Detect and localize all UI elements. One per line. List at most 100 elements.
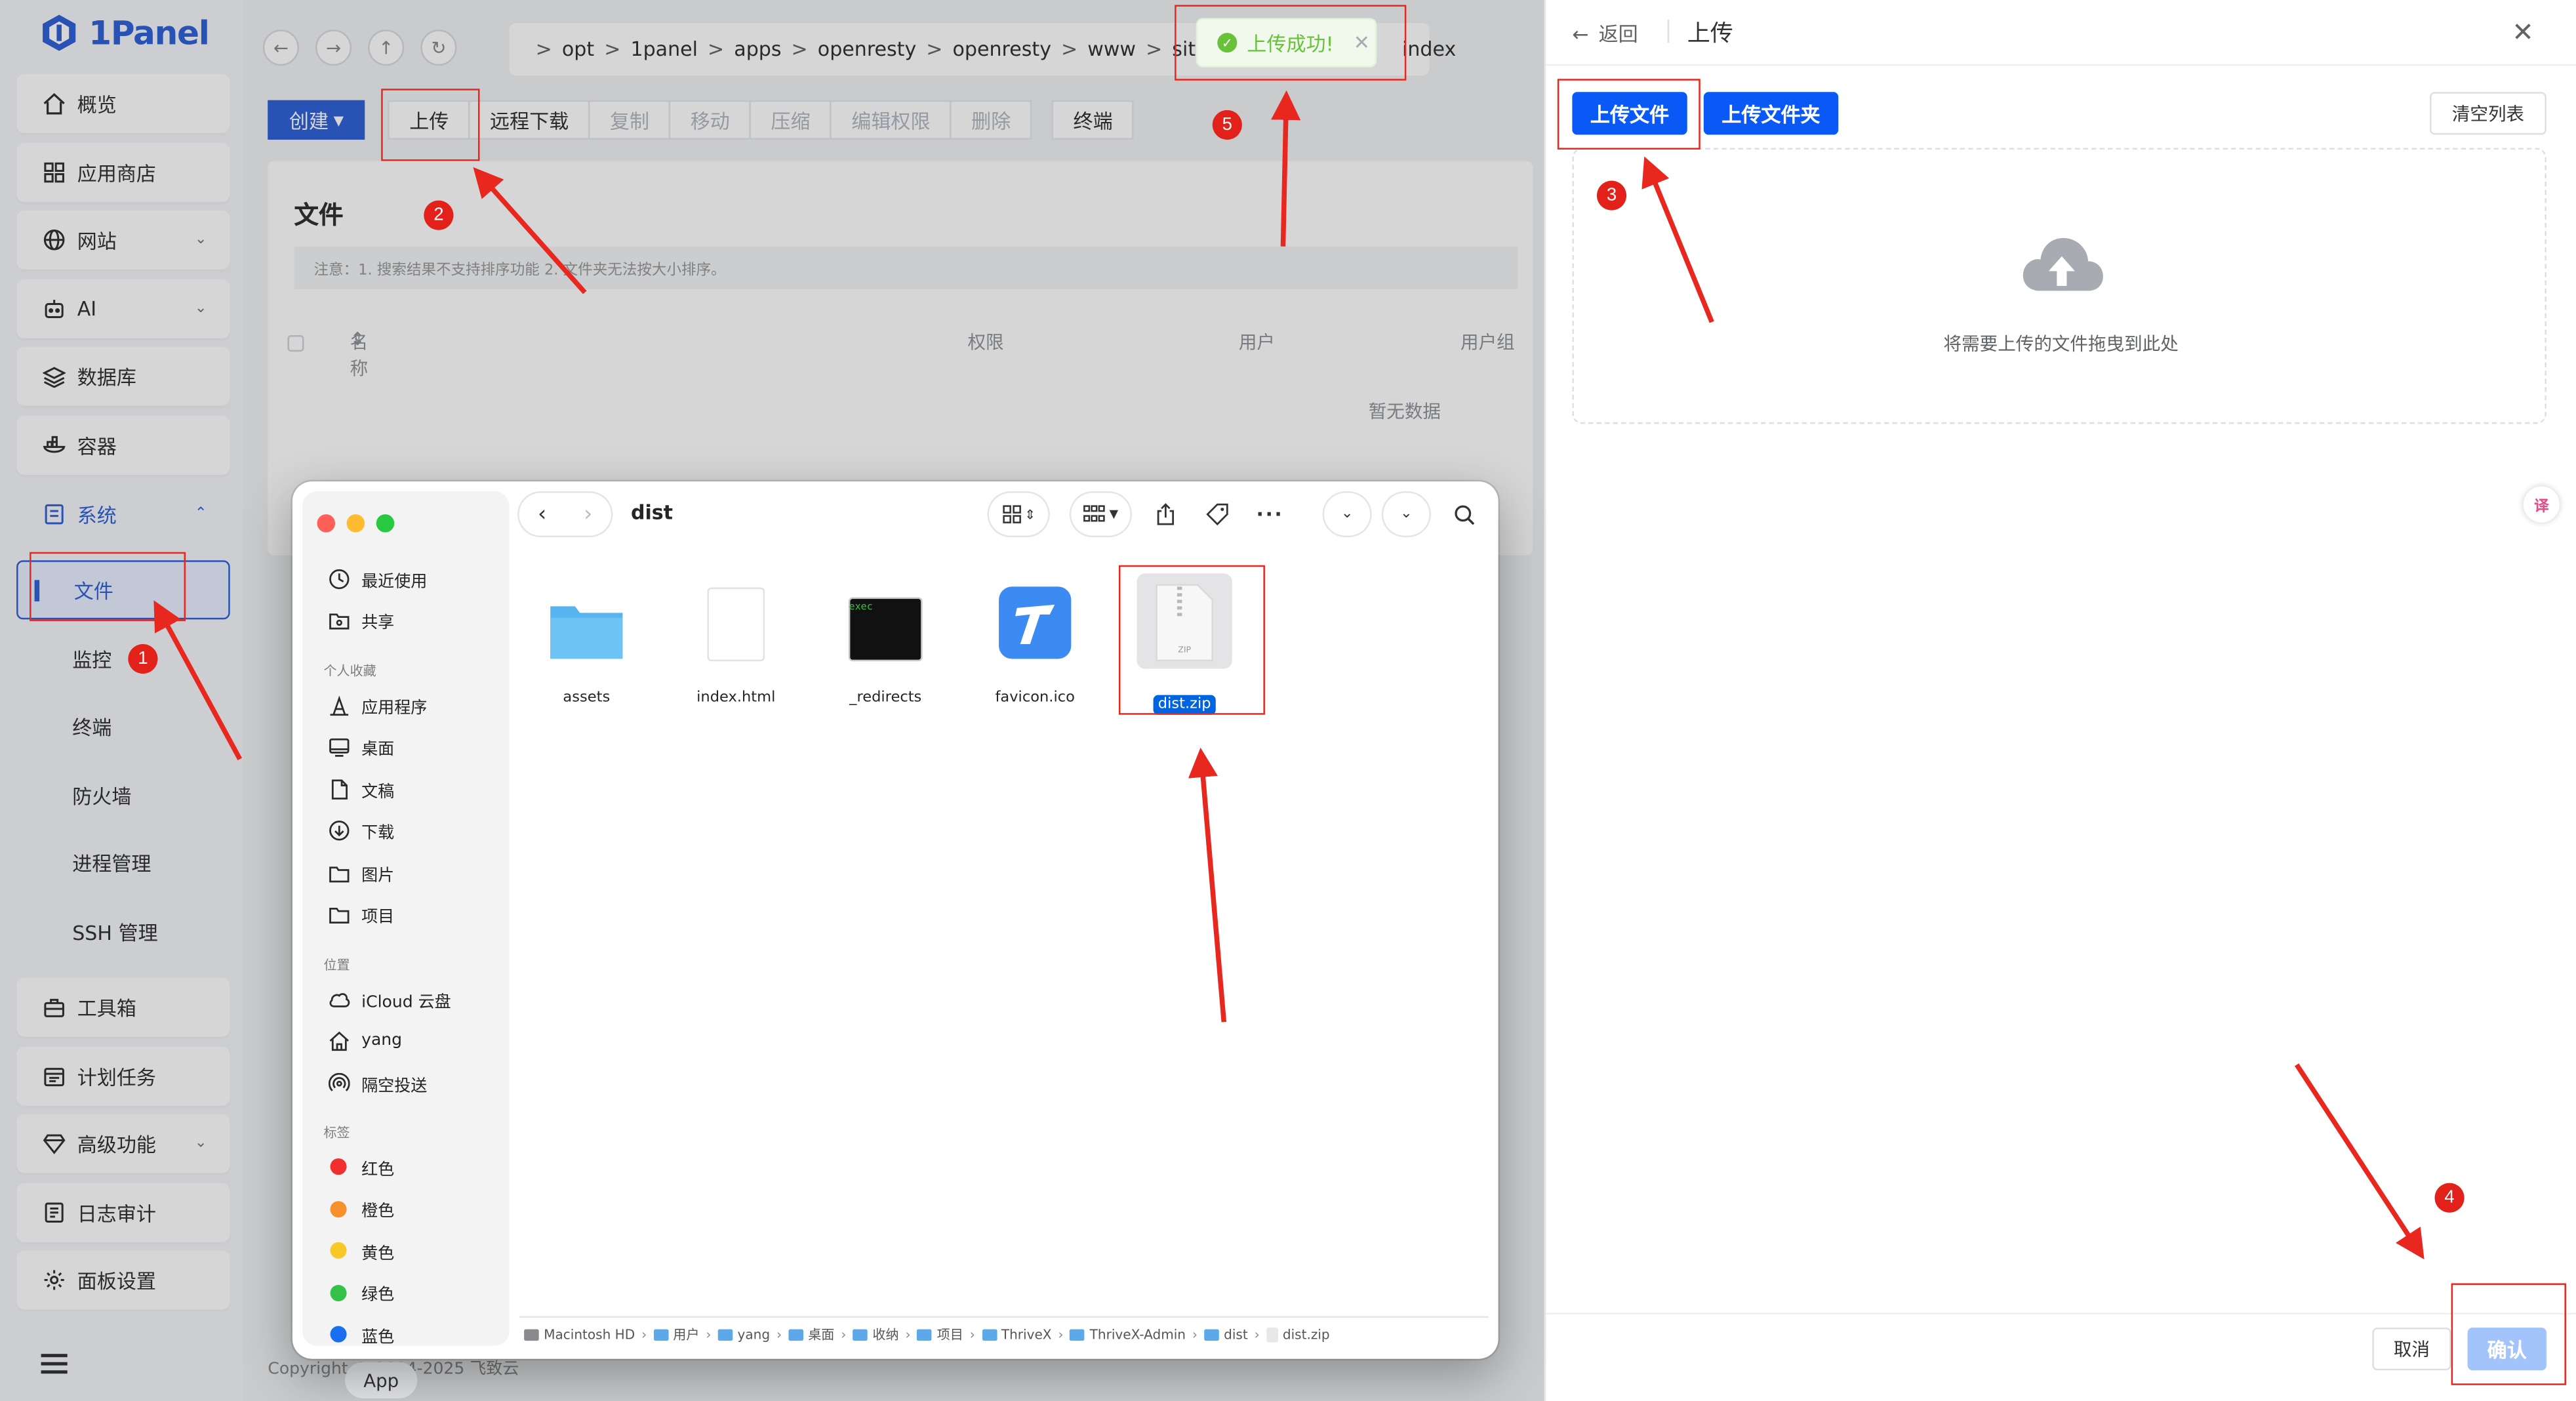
zoom-window-button[interactable] [376, 514, 395, 533]
footer-divider [1546, 1312, 2576, 1315]
more-button[interactable]: ··· [1249, 493, 1291, 536]
finder-sidebar-item[interactable]: 桌面 [329, 734, 394, 760]
finder-sidebar-item[interactable]: 最近使用 [329, 565, 427, 592]
house-icon [329, 1031, 350, 1051]
finder-file-item[interactable]: favicon.ico [969, 580, 1100, 708]
path-separator: › [1254, 1328, 1260, 1343]
finder-path-crumb[interactable]: ThriveX-Admin [1070, 1328, 1186, 1343]
crumb-label: 项目 [936, 1328, 963, 1343]
tag-icon [1206, 503, 1228, 526]
crumb-label: 收纳 [872, 1328, 899, 1343]
folder-icon [653, 1329, 668, 1341]
blank-file-icon [670, 580, 801, 662]
chevron-updown-icon: ⇕ [1024, 506, 1036, 522]
header-divider [1667, 20, 1670, 43]
crumb-label: ThriveX-Admin [1089, 1328, 1186, 1343]
folder-icon [1070, 1329, 1085, 1341]
path-separator: › [841, 1328, 847, 1343]
group-button[interactable]: ▼ [1071, 493, 1131, 536]
view-mode-button[interactable]: ⇕ [989, 493, 1049, 536]
tag-color-dot [330, 1242, 347, 1259]
annotation-number-2: 2 [424, 200, 454, 230]
finder-tag-item[interactable]: 黄色 [329, 1237, 394, 1263]
finder-file-item[interactable]: index.html [670, 580, 801, 708]
finder-sidebar-item[interactable]: 文稿 [329, 775, 394, 802]
folder-icon [1204, 1329, 1219, 1341]
minimize-window-button[interactable] [346, 514, 365, 533]
exec-file-icon: exec [820, 580, 951, 662]
favorites-header: 个人收藏 [323, 664, 376, 679]
actions-dropdown[interactable]: ⌄ [1324, 493, 1371, 536]
tag-button[interactable] [1196, 493, 1239, 536]
airdrop-icon [329, 1072, 350, 1091]
finder-path-crumb[interactable]: yang [717, 1328, 770, 1343]
annotation-box-upload [381, 89, 480, 161]
cancel-button[interactable]: 取消 [2372, 1328, 2451, 1371]
apps-icon [330, 695, 349, 715]
finder-path-crumb[interactable]: ThriveX [981, 1328, 1052, 1343]
finder-sidebar-item[interactable]: 隔空投送 [329, 1070, 427, 1096]
finder-tag-item[interactable]: 蓝色 [329, 1321, 394, 1347]
finder-file-item[interactable]: assets [521, 580, 652, 708]
finder-window: 最近使用 共享 个人收藏 应用程序 桌面 文稿 下载 图片 项目 位置 iCloud 云盘 yang 隔… [292, 481, 1499, 1359]
finder-tag-item[interactable]: 红色 [329, 1154, 394, 1180]
finder-sidebar-item[interactable]: 项目 [329, 901, 394, 927]
finder-path-crumb[interactable]: dist [1204, 1328, 1248, 1343]
annotation-number-4: 4 [2434, 1183, 2465, 1213]
download-icon [329, 821, 350, 841]
tag-color-dot [330, 1158, 347, 1175]
annotation-box-toast [1175, 5, 1407, 81]
finder-back-button[interactable]: ‹ [519, 493, 565, 536]
finder-path-crumb[interactable]: 项目 [917, 1326, 963, 1345]
finder-path-crumb[interactable]: 桌面 [788, 1326, 834, 1345]
upload-drawer: ← 返回 上传 ✕ 上传文件 上传文件夹 清空列表 将需要上传的文件拖曳到此处 译… [1544, 0, 2576, 1401]
finder-tag-item[interactable]: 橙色 [329, 1195, 394, 1221]
finder-tag-item[interactable]: 绿色 [329, 1279, 394, 1305]
annotation-box-confirm [2451, 1283, 2566, 1385]
search-button[interactable] [1442, 493, 1485, 536]
folder-icon [329, 907, 350, 924]
crumb-label: dist [1224, 1328, 1248, 1343]
path-separator: › [905, 1328, 911, 1343]
finder-path-crumb[interactable]: Macintosh HD [524, 1328, 635, 1343]
translate-floating-button[interactable]: 译 [2523, 486, 2560, 523]
finder-path-crumb[interactable]: dist.zip [1266, 1328, 1330, 1343]
upload-folder-button[interactable]: 上传文件夹 [1703, 92, 1839, 135]
folder-icon [329, 866, 350, 882]
clear-list-button[interactable]: 清空列表 [2430, 92, 2546, 135]
close-window-button[interactable] [317, 514, 336, 533]
back-label: 返回 [1598, 23, 1638, 47]
path-dropdown[interactable]: ⌄ [1383, 493, 1430, 536]
folder-file-icon [521, 580, 652, 662]
desktop-icon [329, 738, 350, 757]
finder-sidebar-item[interactable]: 应用程序 [329, 692, 427, 718]
finder-sidebar-label: iCloud 云盘 [361, 993, 451, 1011]
back-link[interactable]: ← 返回 [1572, 20, 1638, 48]
folder-icon [917, 1329, 933, 1341]
file-name: favicon.ico [995, 690, 1075, 707]
share-button[interactable] [1144, 493, 1186, 536]
finder-file-item[interactable]: exec _redirects [820, 580, 951, 708]
finder-path-crumb[interactable]: 用户 [653, 1326, 699, 1345]
finder-sidebar-label: 最近使用 [361, 573, 428, 591]
annotation-number-3: 3 [1596, 180, 1627, 211]
finder-sidebar-item[interactable]: yang [329, 1028, 402, 1054]
finder-sidebar-label: 文稿 [361, 782, 395, 802]
close-icon[interactable]: ✕ [2512, 16, 2534, 48]
finder-path-crumb[interactable]: 收纳 [853, 1326, 899, 1345]
finder-sidebar-item[interactable]: 下载 [329, 817, 394, 843]
file-name: _redirects [849, 690, 922, 707]
path-separator: › [706, 1328, 712, 1343]
finder-forward-button[interactable]: › [565, 493, 611, 536]
finder-title: dist [630, 501, 674, 525]
drawer-title: 上传 [1687, 21, 1733, 48]
finder-sidebar-label: 共享 [361, 614, 395, 633]
finder-sidebar-item[interactable]: iCloud 云盘 [329, 986, 451, 1012]
tag-color-dot [330, 1326, 347, 1343]
finder-sidebar-item[interactable]: 共享 [329, 607, 394, 634]
app-pill[interactable]: App [345, 1362, 418, 1398]
locations-header: 位置 [323, 958, 350, 973]
finder-sidebar-item[interactable]: 图片 [329, 859, 394, 885]
folder-icon [717, 1329, 733, 1341]
drop-zone[interactable]: 将需要上传的文件拖曳到此处 [1572, 148, 2546, 424]
